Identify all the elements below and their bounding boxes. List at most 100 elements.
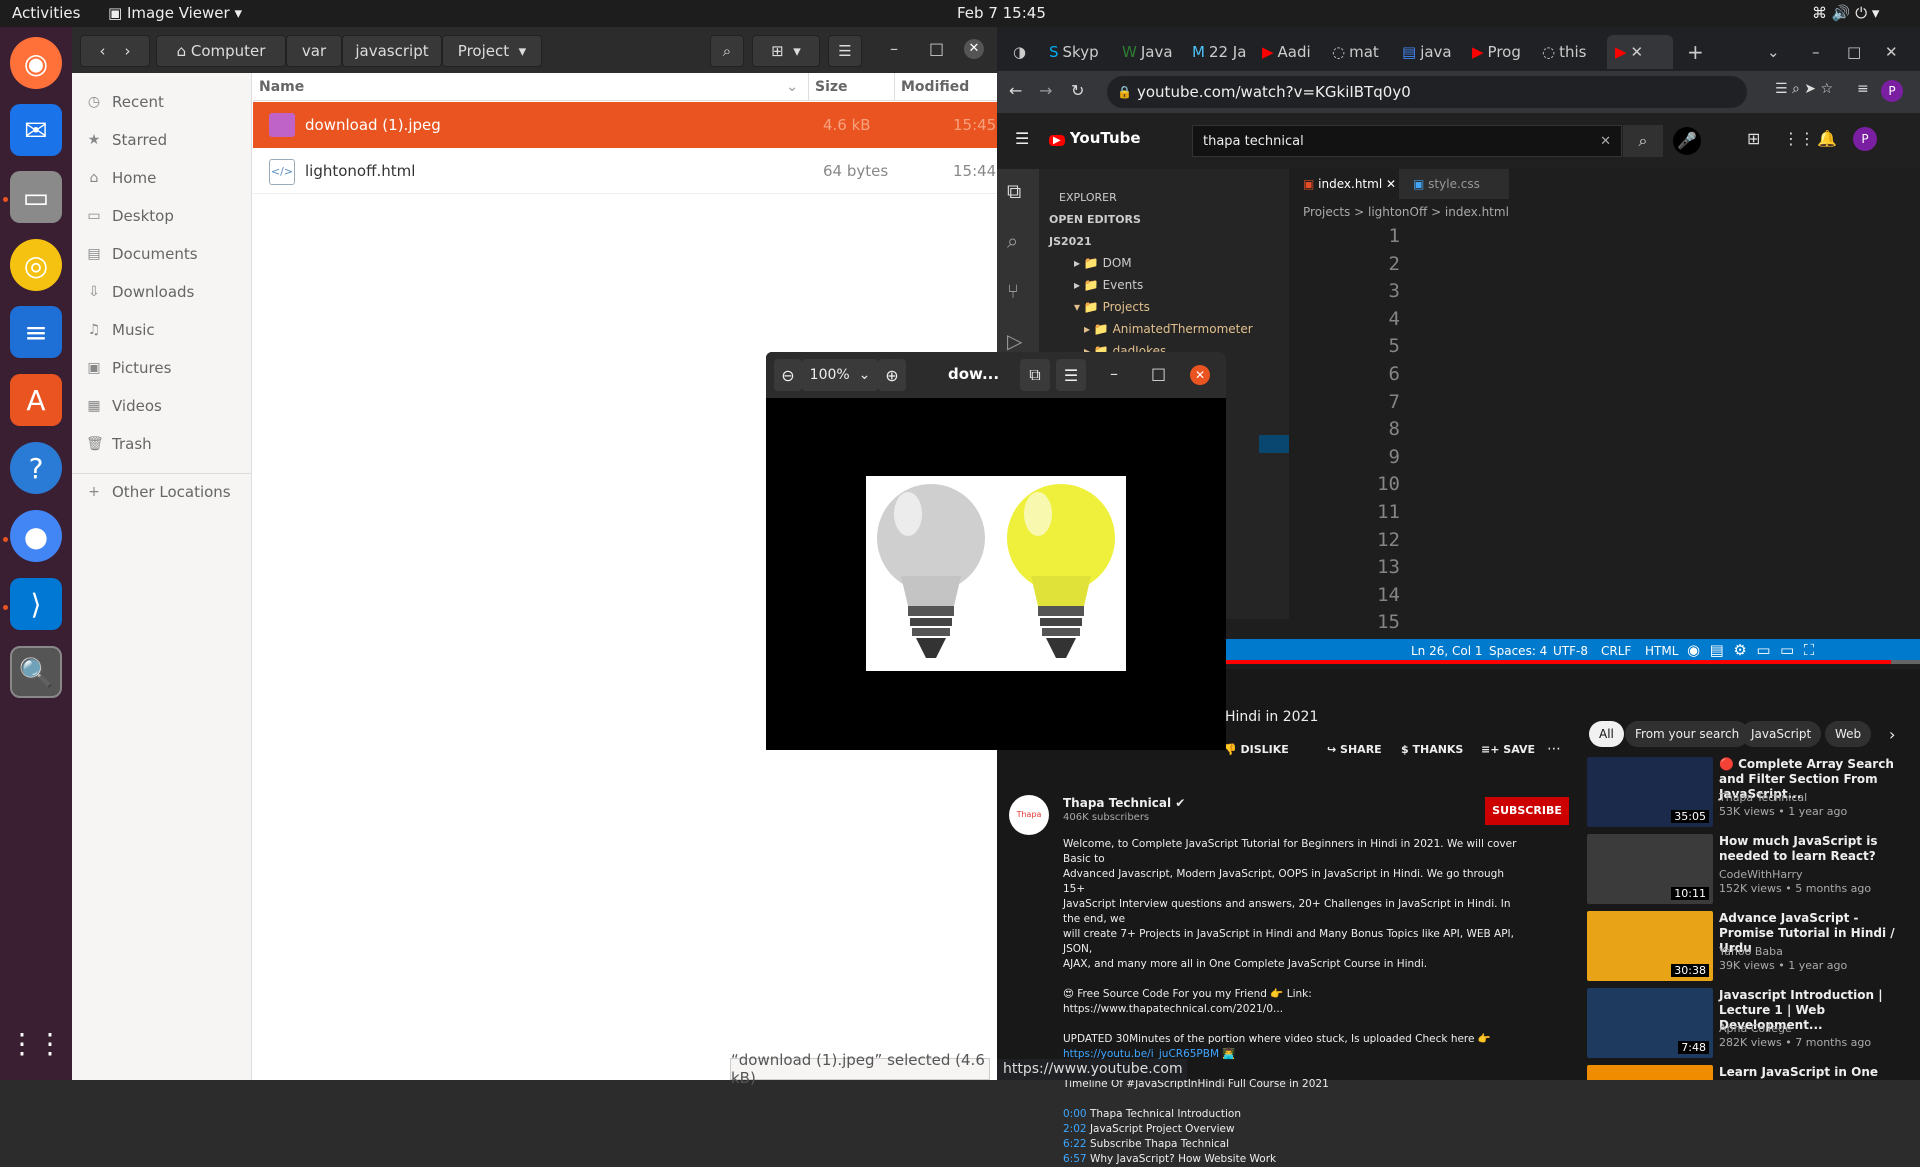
timestamp[interactable]: 6:57 [1063,1153,1087,1165]
tab[interactable]: ▶ Aadi [1262,35,1311,69]
close-icon[interactable]: ✕ [964,39,984,59]
youtube-logo[interactable]: ▶ YouTube [1049,129,1141,147]
timestamp-row[interactable]: 6:57 Why JavaScript? How Website Work [1063,1152,1523,1167]
tab[interactable]: S Skyp [1049,35,1099,69]
sidebar-item-home[interactable]: ⌂ Home [86,169,157,187]
tab[interactable]: ◌ this [1542,35,1586,69]
sidebar-item-pictures[interactable]: ▣ Pictures [86,359,171,377]
zoom-level[interactable]: 100% ⌄ [802,359,878,391]
channel-avatar[interactable]: Thapa [1009,795,1049,835]
thunderbird-icon[interactable]: ✉ [10,104,62,156]
address-bar[interactable]: 🔒 youtube.com/watch?v=KGkiIBTq0y0 [1107,76,1747,108]
breadcrumb-javascript[interactable]: javascript [342,35,442,67]
timestamp-row[interactable]: 2:02 JavaScript Project Overview [1063,1122,1523,1137]
channel-name[interactable]: Thapa Technical ✔ [1063,796,1185,810]
tab[interactable]: ▶ Prog [1472,35,1521,69]
timestamp[interactable]: 0:00 [1063,1108,1087,1120]
avatar[interactable]: P [1853,127,1877,151]
timestamp[interactable]: 2:02 [1063,1123,1087,1135]
firefox-icon[interactable]: ◉ [10,37,62,89]
close-icon[interactable]: ✕ [1885,35,1898,69]
tab[interactable]: ▤ java [1402,35,1452,69]
thanks-button[interactable]: $ THANKS [1401,743,1463,756]
more-icon[interactable]: ⋯ [1547,741,1561,757]
sidebar-item-downloads[interactable]: ⇩ Downloads [86,283,194,301]
column-header-modified[interactable]: Modified [895,73,997,101]
clock[interactable]: Feb 7 15:45 [957,4,1046,22]
tab[interactable]: M 22 Ja [1192,35,1246,69]
sidebar-item-music[interactable]: ♫ Music [86,321,155,339]
search-icon[interactable]: ⌕ [710,35,744,67]
apps-icon[interactable]: ⋮⋮ [1783,129,1815,148]
minimize-icon[interactable]: – [1110,364,1118,383]
mic-icon[interactable]: 🎤 [1673,127,1701,155]
close-icon[interactable]: ✕ [1190,365,1210,385]
tab-active[interactable]: ▶ ✕ [1607,35,1673,69]
chip-from-search[interactable]: From your search [1625,721,1750,747]
maximize-icon[interactable]: □ [1847,35,1861,69]
zoom-out-icon[interactable]: ⊖ [774,359,802,391]
clear-icon[interactable]: ✕ [1600,134,1611,149]
software-center-icon[interactable]: A [10,374,62,426]
system-tray-icons[interactable]: ⌘ 🔊 ⏻ ▾ [1812,4,1879,22]
related-video[interactable]: 30:38 Advance JavaScript - Promise Tutor… [1587,911,1917,981]
image-viewer-icon[interactable]: 🔍 [10,646,62,698]
column-header-size[interactable]: Size [809,73,895,101]
sidebar-item-trash[interactable]: 🗑 Trash [86,435,152,453]
save-button[interactable]: ≡+ SAVE [1481,743,1535,756]
chrome-icon[interactable]: ● [10,510,62,562]
subscribe-button[interactable]: SUBSCRIBE [1485,797,1569,825]
related-video[interactable]: 35:05 🔴 Complete Array Search and Filter… [1587,757,1917,827]
search-input[interactable]: thapa technical ✕ [1192,125,1622,157]
avatar[interactable]: P [1881,80,1903,102]
sidebar-item-recent[interactable]: ◷ Recent [86,93,164,111]
dislike-button[interactable]: 👎 DISLIKE [1223,743,1289,756]
chip-all[interactable]: All [1589,721,1624,747]
related-video[interactable]: 10:11 How much JavaScript is needed to l… [1587,834,1917,904]
minimize-icon[interactable]: – [890,39,898,58]
new-tab-button[interactable]: + [1687,35,1704,69]
menu-icon[interactable]: ☰ [828,35,862,67]
breadcrumb-project[interactable]: Project ▾ [442,35,542,67]
player-controls-icons[interactable]: ◉ ▤ ⚙ ▭ ▭ ⛶ [1687,641,1814,659]
view-toggle-icon[interactable]: ⊞ ▾ [752,35,820,67]
tab-icon[interactable]: ◑ [1013,35,1026,69]
back-forward-buttons[interactable]: ‹ › [80,35,150,67]
tab[interactable]: W Java [1122,35,1173,69]
app-menu[interactable]: ▣ Image Viewer ▾ [108,4,242,22]
video-progress-bar[interactable] [1197,660,1920,664]
zoom-in-icon[interactable]: ⊕ [878,359,906,391]
timestamp-row[interactable]: 6:22 Subscribe Thapa Technical [1063,1137,1523,1152]
close-icon[interactable]: ✕ [1631,43,1644,61]
sidebar-item-other-locations[interactable]: + Other Locations [86,483,231,501]
chevron-right-icon[interactable]: › [1889,725,1895,744]
hamburger-icon[interactable]: ☰ [1015,129,1029,148]
fullscreen-icon[interactable]: ⧉ [1020,359,1050,391]
activities-button[interactable]: Activities [12,4,80,22]
timestamp-row[interactable]: 0:00 Thapa Technical Introduction [1063,1107,1523,1122]
breadcrumb-computer[interactable]: ⌂ Computer [156,35,286,67]
sidebar-item-videos[interactable]: ▦ Videos [86,397,161,415]
menu-icon[interactable]: ☰ [1056,359,1086,391]
back-icon[interactable]: ← [1009,81,1022,100]
help-icon[interactable]: ? [10,442,62,494]
table-row[interactable]: download (1).jpeg 4.6 kB 15:45 [253,102,997,148]
files-icon[interactable]: ▭ [10,171,62,223]
tab[interactable]: ◌ mat [1332,35,1379,69]
maximize-icon[interactable]: □ [1151,364,1166,383]
extensions-icons[interactable]: ☰ ⌕ ➤ ☆ [1775,81,1833,97]
breadcrumb-var[interactable]: var [286,35,342,67]
forward-icon[interactable]: → [1039,81,1052,100]
sidebar-item-starred[interactable]: ★ Starred [86,131,167,149]
chip-javascript[interactable]: JavaScript [1741,721,1822,747]
table-row[interactable]: </> lightonoff.html 64 bytes 15:44 [253,148,997,194]
media-icon[interactable]: ≡ [1857,81,1869,97]
related-video[interactable]: 7:48 Javascript Introduction | Lecture 1… [1587,988,1917,1058]
tab-search-icon[interactable]: ⌄ [1767,35,1780,69]
sidebar-item-desktop[interactable]: ▭ Desktop [86,207,174,225]
timestamp[interactable]: 6:22 [1063,1138,1087,1150]
libreoffice-writer-icon[interactable]: ≡ [10,306,62,358]
reload-icon[interactable]: ↻ [1071,81,1084,100]
search-icon[interactable]: ⌕ [1623,125,1663,157]
show-apps-icon[interactable]: ⋮⋮ [8,1017,64,1069]
